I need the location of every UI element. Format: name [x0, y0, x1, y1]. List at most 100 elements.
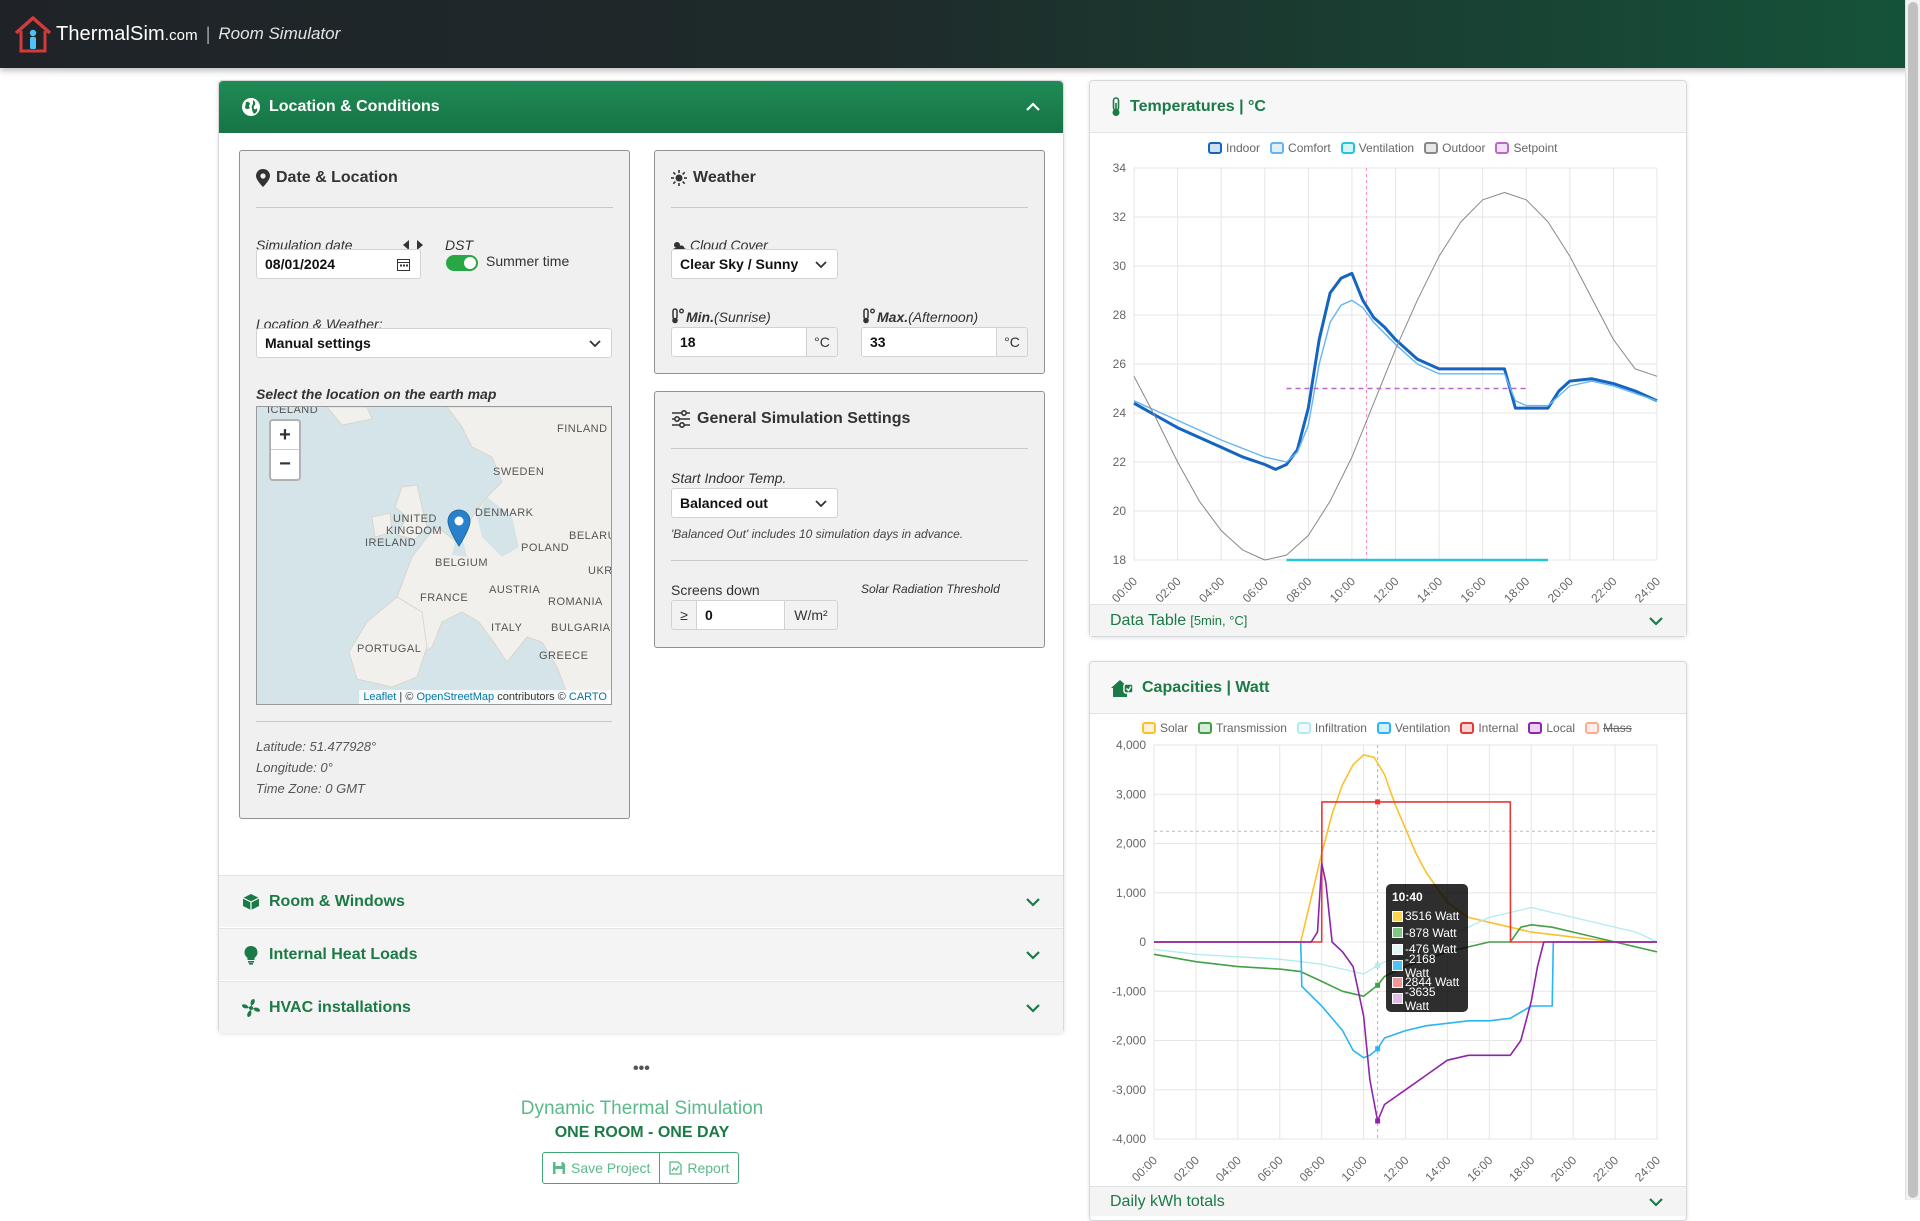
room-windows-panel-header[interactable]: Room & Windows: [219, 875, 1063, 927]
brand-name: ThermalSim: [56, 22, 165, 45]
legend-swatch: [1270, 142, 1285, 154]
legend-label: Setpoint: [1513, 141, 1558, 155]
location-marker-icon[interactable]: [447, 509, 471, 547]
zoom-out-button[interactable]: −: [271, 450, 299, 479]
x-tick-label: 22:00: [1590, 1153, 1621, 1184]
legend-item-setpoint[interactable]: Setpoint: [1495, 141, 1558, 155]
dst-toggle[interactable]: [446, 255, 478, 271]
x-tick-label: 04:00: [1213, 1153, 1244, 1184]
legend-item-ventilation[interactable]: Ventilation: [1376, 721, 1450, 735]
start-temp-select[interactable]: Balanced out: [671, 488, 838, 518]
tooltip-swatch: [1392, 976, 1403, 988]
map-label-belgium: BELGIUM: [435, 557, 489, 569]
sim-date-input[interactable]: 08/01/2024: [256, 249, 421, 279]
chevron-up-icon[interactable]: [1025, 99, 1041, 115]
location-panel-header[interactable]: Location & Conditions: [219, 81, 1063, 133]
tooltip-swatch: [1392, 927, 1403, 939]
footer-button-group: Save Project Report: [542, 1152, 740, 1184]
divider: [671, 448, 1028, 449]
chevron-down-icon[interactable]: [1025, 947, 1041, 963]
data-table-toggle[interactable]: Data Table [5min, °C]: [1090, 604, 1686, 636]
start-temp-value: Balanced out: [680, 495, 768, 511]
max-temp-label: Max.: [877, 309, 909, 325]
house-logo-icon: [14, 16, 52, 53]
report-icon: [669, 1161, 683, 1175]
scrollbar-thumb[interactable]: [1908, 2, 1918, 1198]
carto-link[interactable]: CARTO: [569, 691, 607, 703]
calendar-icon[interactable]: [397, 258, 410, 271]
x-tick-label: 04:00: [1196, 574, 1227, 605]
osm-link[interactable]: OpenStreetMap: [416, 691, 494, 703]
temperatures-chart[interactable]: 18 20 22 24 26 28 30 32 34 00:00 02:00 04:00 06:00 08…: [1090, 156, 1688, 606]
legend-item-solar[interactable]: Solar: [1142, 721, 1188, 735]
x-tick-label: 20:00: [1548, 1153, 1579, 1184]
date-location-title: Date & Location: [276, 169, 398, 186]
map-label-italy: ITALY: [491, 622, 523, 634]
legend-swatch: [1142, 722, 1156, 734]
sim-date-value: 08/01/2024: [265, 256, 336, 272]
legend-item-infiltration[interactable]: Infiltration: [1296, 721, 1367, 735]
location-map[interactable]: ICELAND FINLAND SWEDEN UNITED KINGDOM DE…: [256, 406, 612, 705]
screens-threshold-input[interactable]: 0: [696, 600, 785, 630]
legend-item-outdoor[interactable]: Outdoor: [1424, 141, 1485, 155]
timezone-text: Time Zone: 0 GMT: [256, 781, 365, 796]
min-temp-value: 18: [680, 334, 696, 350]
save-project-button[interactable]: Save Project: [543, 1153, 659, 1183]
legend-item-transmission[interactable]: Transmission: [1198, 721, 1287, 735]
min-temp-input[interactable]: 18: [671, 327, 807, 357]
heat-loads-panel-header[interactable]: Internal Heat Loads: [219, 928, 1063, 980]
legend-label: Local: [1546, 721, 1576, 735]
zoom-in-button[interactable]: +: [271, 421, 299, 450]
divider: [671, 560, 1028, 561]
y-tick-label: -1,000: [1112, 984, 1146, 998]
y-tick-label: 2,000: [1116, 837, 1146, 851]
map-label-greece: GREECE: [539, 650, 589, 662]
more-dots[interactable]: •••: [633, 1060, 650, 1078]
x-tick-label: 24:00: [1632, 1153, 1663, 1184]
map-pin-icon: [256, 169, 270, 187]
hvac-panel-header[interactable]: HVAC installations: [219, 981, 1063, 1033]
map-label-kingdom: KINGDOM: [386, 525, 443, 537]
map-zoom-control: + −: [269, 419, 301, 481]
brand[interactable]: ThermalSim.com | Room Simulator: [12, 12, 340, 56]
x-tick-label: 14:00: [1414, 574, 1445, 605]
map-label-iceland: ICELAND: [267, 406, 319, 416]
page-scrollbar[interactable]: [1905, 0, 1920, 1200]
y-tick-label: 30: [1113, 259, 1127, 273]
legend-swatch: [1340, 142, 1355, 154]
y-tick-label: 24: [1113, 406, 1127, 420]
y-tick-label: 34: [1113, 161, 1127, 175]
legend-label: Mass: [1603, 721, 1632, 735]
legend-item-comfort[interactable]: Comfort: [1270, 141, 1331, 155]
map-attribution: Leaflet | © OpenStreetMap contributors ©…: [359, 690, 611, 704]
weather-title: Weather: [693, 169, 756, 186]
location-weather-select[interactable]: Manual settings: [256, 328, 612, 358]
legend-item-ventilation[interactable]: Ventilation: [1340, 141, 1414, 155]
max-temp-input[interactable]: 33: [861, 327, 997, 357]
legend-label: Infiltration: [1314, 721, 1367, 735]
chevron-down-icon[interactable]: [1648, 613, 1664, 629]
tooltip-swatch: [1392, 960, 1403, 972]
heat-loads-title: Internal Heat Loads: [269, 945, 418, 963]
daily-kwh-toggle[interactable]: Daily kWh totals: [1090, 1186, 1686, 1216]
chevron-down-icon[interactable]: [1648, 1194, 1664, 1210]
map-label-finland: FINLAND: [557, 423, 608, 435]
leaflet-link[interactable]: Leaflet: [363, 691, 396, 703]
x-tick-label: 00:00: [1109, 574, 1140, 605]
x-tick-label: 08:00: [1283, 574, 1314, 605]
top-navbar: ThermalSim.com | Room Simulator: [0, 0, 1920, 68]
chevron-down-icon[interactable]: [1025, 1000, 1041, 1016]
map-label-ukraine: UKR: [588, 565, 612, 577]
legend-item-local[interactable]: Local: [1528, 721, 1575, 735]
legend-swatch: [1376, 722, 1391, 734]
cloud-cover-select[interactable]: Clear Sky / Sunny: [671, 249, 838, 279]
box-icon: [241, 892, 261, 912]
cursor-marker-transmission: [1375, 982, 1381, 988]
latitude-text: Latitude: 51.477928°: [256, 739, 377, 754]
legend-item-mass[interactable]: Mass: [1585, 721, 1632, 735]
legend-item-indoor[interactable]: Indoor: [1208, 141, 1260, 155]
legend-item-internal[interactable]: Internal: [1460, 721, 1518, 735]
temperatures-title: Temperatures | °C: [1130, 97, 1266, 115]
chevron-down-icon[interactable]: [1025, 894, 1041, 910]
report-button[interactable]: Report: [659, 1153, 738, 1183]
